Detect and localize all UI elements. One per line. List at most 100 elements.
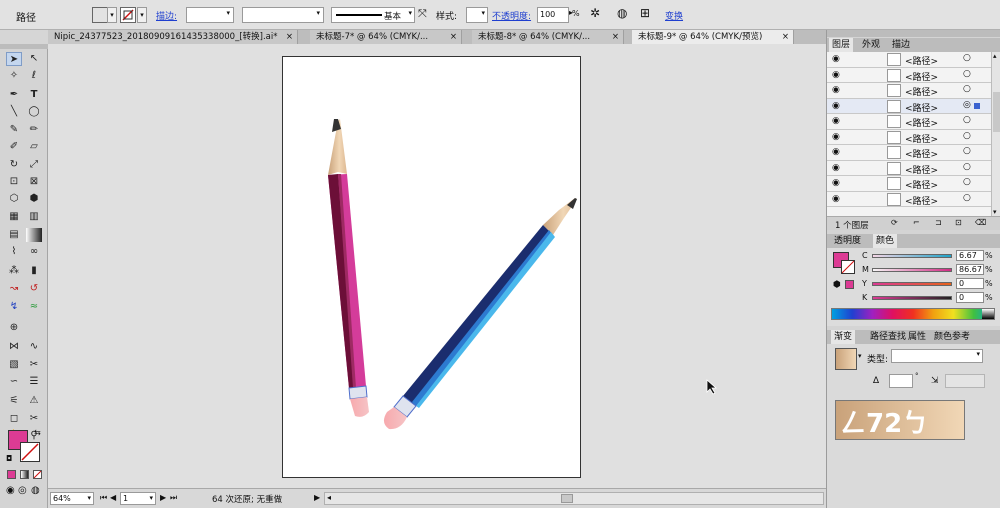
color-spectrum[interactable]	[831, 308, 995, 320]
eye-icon[interactable]: ◉	[832, 147, 840, 157]
layer-row[interactable]: ◉ <路径> ○	[827, 191, 991, 207]
graphic-style-dropdown[interactable]: ▾	[466, 7, 488, 23]
layer-row[interactable]: ◉ <路径> ○	[827, 114, 991, 130]
target-circle-icon[interactable]: ○	[963, 146, 971, 156]
eye-icon[interactable]: ◉	[832, 178, 840, 188]
pink-pencil[interactable]	[328, 119, 369, 417]
direct-selection-icon[interactable]: ↖	[26, 52, 42, 66]
channel-y-slider[interactable]	[872, 282, 952, 286]
line-icon[interactable]: ╲	[6, 105, 22, 119]
layer-row[interactable]: ◉ <路径> ○	[827, 52, 991, 68]
blue-pencil[interactable]	[383, 198, 577, 430]
layer-row[interactable]: ◉ <路径> ○	[827, 129, 991, 145]
eye-icon[interactable]: ◉	[832, 163, 840, 173]
first-page-icon[interactable]: ⏮	[100, 493, 107, 503]
stroke-swatch[interactable]	[120, 7, 136, 23]
eye-icon[interactable]: ◉	[832, 70, 840, 80]
tab-doc-4[interactable]: 未标题-9* @ 64% (CMYK/预览) ×	[632, 30, 794, 44]
close-icon[interactable]: ×	[286, 30, 293, 44]
recolor-icon[interactable]: ✲	[590, 6, 600, 20]
scale-icon[interactable]: ⤢	[26, 158, 42, 172]
eye-icon[interactable]: ◉	[832, 132, 840, 142]
tab-color[interactable]: 颜色	[873, 234, 898, 248]
target-circle-icon[interactable]: ○	[963, 115, 971, 125]
eraser-icon[interactable]: ▱	[26, 140, 42, 154]
blend-icon[interactable]: ∞	[26, 245, 42, 259]
new-layer-icon[interactable]: ⊡	[955, 218, 962, 227]
gradient-ramp-preview[interactable]: ㄥ72ㄅ	[835, 400, 965, 440]
measure-icon[interactable]: ⚠	[26, 394, 42, 408]
close-icon[interactable]: ×	[450, 30, 457, 44]
live-paint-icon[interactable]: ⬢	[26, 192, 42, 206]
fill-dropdown[interactable]: ▾	[107, 7, 117, 23]
locate-object-icon[interactable]: ⟳	[891, 218, 898, 227]
page-dropdown[interactable]: 1 ▾	[120, 492, 156, 505]
envelope-icon[interactable]: ⋈	[6, 340, 22, 354]
layer-row[interactable]: ◉ <路径> ○	[827, 176, 991, 192]
target-circle-icon[interactable]: ◎	[963, 100, 971, 110]
web-color-swatch[interactable]	[845, 280, 854, 289]
panel-grip[interactable]	[827, 30, 1000, 37]
type-icon[interactable]: T	[26, 88, 42, 102]
default-colors-icon[interactable]: ◘	[6, 454, 12, 463]
eye-icon[interactable]: ◉	[832, 85, 840, 95]
scroll-up-icon[interactable]: ▴	[993, 52, 997, 60]
width-icon[interactable]: ⊡	[6, 175, 22, 189]
layer-row[interactable]: ◉ <路径> ○	[827, 67, 991, 83]
horizontal-scrollbar[interactable]: ◂	[324, 492, 824, 505]
slice-icon[interactable]: ✂	[26, 358, 42, 372]
stroke-link[interactable]: 描边:	[156, 9, 177, 22]
layer-row[interactable]: ◉ <路径> ○	[827, 83, 991, 99]
align-icon[interactable]: ⤧	[418, 7, 427, 21]
target-circle-icon[interactable]: ○	[963, 84, 971, 94]
warp-icon[interactable]: ↝	[6, 282, 22, 296]
prev-page-icon[interactable]: ◀	[110, 493, 116, 502]
brush-definition-dropdown[interactable]: 基本 ▾	[331, 7, 415, 23]
rotate-icon[interactable]: ↻	[6, 158, 22, 172]
aspect-ratio-input[interactable]	[945, 374, 985, 388]
out-of-gamut-icon[interactable]: ⬢	[833, 280, 841, 290]
transform-link[interactable]: 变换	[665, 9, 683, 22]
canvas-area[interactable]	[48, 44, 826, 488]
print-tiling-icon[interactable]: ✂	[26, 412, 42, 426]
channel-k-slider[interactable]	[872, 296, 952, 300]
gradient-icon[interactable]: ▤	[6, 228, 22, 242]
tab-attributes[interactable]: 属性	[905, 330, 929, 344]
twirl-icon[interactable]: ↺	[26, 282, 42, 296]
gradient-swatch-icon[interactable]	[26, 228, 42, 242]
channel-k-value[interactable]: 0	[956, 292, 984, 303]
chart-icon[interactable]: ▧	[6, 358, 22, 372]
wave-icon[interactable]: ∿	[26, 340, 42, 354]
selection-icon[interactable]: ➤	[6, 52, 22, 66]
blob-brush-icon[interactable]: ✐	[6, 140, 22, 154]
mesh-icon[interactable]: ▥	[26, 210, 42, 224]
target-circle-icon[interactable]: ○	[963, 193, 971, 203]
scroll-thumb[interactable]	[561, 494, 573, 503]
layers-scrollbar[interactable]: ▴ ▾	[991, 52, 1000, 218]
eye-icon[interactable]: ◉	[832, 116, 840, 126]
brush-icon[interactable]: ✎	[6, 123, 22, 137]
color-mode-icon[interactable]	[7, 470, 16, 479]
tab-doc-3[interactable]: 未标题-8* @ 64% (CMYK/... ×	[472, 30, 624, 44]
stroke-color-box[interactable]	[20, 442, 40, 462]
target-circle-icon[interactable]: ○	[963, 162, 971, 172]
channel-c-value[interactable]: 6.67	[956, 250, 984, 261]
lasso-icon[interactable]: ℓ	[26, 69, 42, 83]
zoom-dropdown[interactable]: 64% ▾	[50, 492, 94, 505]
layer-row-selected[interactable]: ◉ <路径> ◎	[827, 98, 991, 114]
pen-icon[interactable]: ✒	[6, 88, 22, 102]
global-edit-icon[interactable]: ◍	[617, 6, 627, 20]
layer-row[interactable]: ◉ <路径> ○	[827, 160, 991, 176]
target-icon[interactable]: ⊕	[6, 321, 22, 335]
draw-behind-icon[interactable]: ◎	[18, 485, 27, 496]
channel-m-slider[interactable]	[872, 268, 952, 272]
artboard-icon[interactable]: ◻	[6, 412, 22, 426]
new-sublayer-icon[interactable]: ⊐	[935, 218, 942, 227]
status-menu-icon[interactable]: ▶	[314, 493, 320, 502]
tab-doc-1[interactable]: Nipic_24377523_20180909161435338000_[转换]…	[48, 30, 298, 44]
draw-normal-icon[interactable]: ◉	[6, 485, 15, 496]
eye-icon[interactable]: ◉	[832, 194, 840, 204]
free-transform-icon[interactable]: ⊠	[26, 175, 42, 189]
tab-doc-2[interactable]: 未标题-7* @ 64% (CMYK/... ×	[310, 30, 462, 44]
close-icon[interactable]: ×	[782, 30, 789, 44]
